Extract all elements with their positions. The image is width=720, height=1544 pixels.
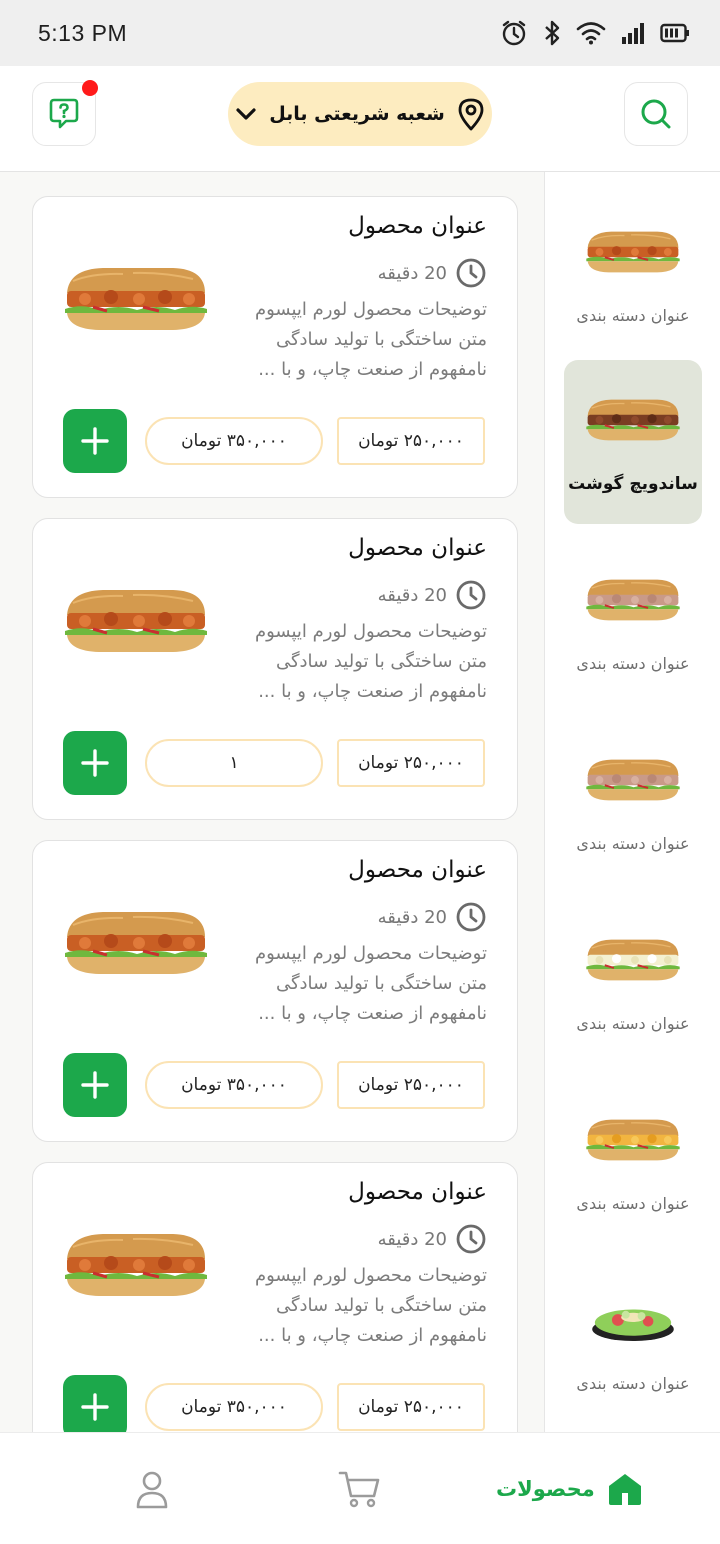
category-image: [585, 568, 681, 632]
app-header: شعبه شریعتی بابل: [0, 66, 720, 172]
price-label: ۲۵۰,۰۰۰ تومان: [337, 1061, 485, 1109]
product-image: [63, 907, 209, 979]
branch-selector[interactable]: شعبه شریعتی بابل: [228, 82, 492, 146]
wifi-icon: [576, 22, 606, 45]
bottom-nav: محصولات: [0, 1432, 720, 1544]
branch-label: شعبه شریعتی بابل: [269, 103, 445, 125]
search-button[interactable]: [624, 82, 688, 146]
product-list: عنوان محصول 20 دقیقه توضیحات محصول لورم ای…: [0, 172, 544, 1432]
home-icon: [608, 1474, 641, 1505]
prep-time-text: 20 دقیقه: [377, 1228, 447, 1250]
category-label: عنوان دسته بندی: [576, 1374, 690, 1393]
bluetooth-icon: [545, 20, 560, 46]
price-label: ۲۵۰,۰۰۰ تومان: [337, 1383, 485, 1431]
category-label: عنوان دسته بندی: [576, 1014, 690, 1033]
category-item[interactable]: عنوان دسته بندی: [564, 1080, 702, 1244]
search-icon: [641, 99, 671, 129]
product-title: عنوان محصول: [348, 1179, 487, 1205]
plus-icon: [81, 427, 109, 455]
clock-icon: [456, 902, 486, 932]
status-time: 5:13 PM: [38, 19, 128, 46]
category-label: عنوان دسته بندی: [576, 1194, 690, 1213]
add-to-cart-button[interactable]: [63, 1375, 127, 1432]
product-title: عنوان محصول: [348, 535, 487, 561]
product-description: توضیحات محصول لورم ایپسوم متن ساختگی با …: [254, 1265, 487, 1346]
category-item[interactable]: عنوان دسته بندی: [564, 192, 702, 356]
product-image: [63, 1229, 209, 1301]
category-item[interactable]: عنوان دسته بندی: [564, 720, 702, 884]
nav-products-label: محصولات: [496, 1477, 595, 1501]
prep-time: 20 دقیقه: [378, 257, 487, 289]
category-item[interactable]: ساندویچ گوشت: [564, 360, 702, 524]
cart-icon[interactable]: [338, 1469, 382, 1509]
product-image: [63, 263, 209, 335]
price-pill: ۱: [145, 739, 323, 787]
product-card[interactable]: عنوان محصول 20 دقیقه توضیحات محصول لورم ای…: [32, 840, 518, 1142]
signal-icon: [622, 23, 644, 44]
category-image: [585, 748, 681, 812]
prep-time: 20 دقیقه: [378, 579, 487, 611]
product-card[interactable]: عنوان محصول 20 دقیقه توضیحات محصول لورم ای…: [32, 1162, 518, 1432]
category-item[interactable]: عنوان دسته بندی: [564, 1260, 702, 1424]
product-card[interactable]: عنوان محصول 20 دقیقه توضیحات محصول لورم ای…: [32, 518, 518, 820]
plus-icon: [81, 1393, 109, 1421]
chevron-down-icon: [236, 108, 256, 120]
product-description: توضیحات محصول لورم ایپسوم متن ساختگی با …: [254, 299, 487, 380]
location-pin-icon: [458, 98, 484, 131]
category-image: [585, 1288, 681, 1352]
add-to-cart-button[interactable]: [63, 1053, 127, 1117]
price-label: ۲۵۰,۰۰۰ تومان: [337, 417, 485, 465]
alarm-icon: [502, 20, 526, 46]
clock-icon: [456, 1224, 486, 1254]
status-icons: [500, 19, 690, 47]
add-to-cart-button[interactable]: [63, 731, 127, 795]
plus-icon: [81, 1071, 109, 1099]
category-label: ساندویچ گوشت: [568, 474, 698, 494]
category-image: [585, 220, 681, 284]
product-title: عنوان محصول: [348, 213, 487, 239]
product-description: توضیحات محصول لورم ایپسوم متن ساختگی با …: [254, 943, 487, 1024]
price-label: ۲۵۰,۰۰۰ تومان: [337, 739, 485, 787]
category-label: عنوان دسته بندی: [576, 306, 690, 325]
category-label: عنوان دسته بندی: [576, 654, 690, 673]
product-image: [63, 585, 209, 657]
clock-icon: [456, 580, 486, 610]
prep-time: 20 دقیقه: [378, 1223, 487, 1255]
prep-time-text: 20 دقیقه: [377, 262, 447, 284]
category-item[interactable]: عنوان دسته بندی: [564, 540, 702, 704]
clock-icon: [456, 258, 486, 288]
nav-products[interactable]: محصولات: [496, 1469, 643, 1509]
prep-time-text: 20 دقیقه: [377, 584, 447, 606]
prep-time-text: 20 دقیقه: [377, 906, 447, 928]
help-chat-icon: [49, 98, 79, 129]
notification-dot: [82, 80, 98, 96]
prep-time: 20 دقیقه: [378, 901, 487, 933]
price-pill: ۳۵۰,۰۰۰ تومان: [145, 1061, 323, 1109]
category-sidebar: عنوان دسته بندی ساندویچ گوشت عنوان دسته بن…: [544, 172, 720, 1432]
category-image: [585, 1108, 681, 1172]
battery-icon: [660, 23, 689, 43]
add-to-cart-button[interactable]: [63, 409, 127, 473]
product-description: توضیحات محصول لورم ایپسوم متن ساختگی با …: [254, 621, 487, 702]
price-pill: ۳۵۰,۰۰۰ تومان: [145, 1383, 323, 1431]
category-image: [585, 388, 681, 452]
status-bar: 5:13 PM: [0, 0, 720, 66]
plus-icon: [81, 749, 109, 777]
category-item[interactable]: عنوان دسته بندی: [564, 900, 702, 1064]
category-image: [585, 928, 681, 992]
profile-icon[interactable]: [132, 1469, 172, 1509]
category-label: عنوان دسته بندی: [576, 834, 690, 853]
product-title: عنوان محصول: [348, 857, 487, 883]
product-card[interactable]: عنوان محصول 20 دقیقه توضیحات محصول لورم ای…: [32, 196, 518, 498]
price-pill: ۳۵۰,۰۰۰ تومان: [145, 417, 323, 465]
